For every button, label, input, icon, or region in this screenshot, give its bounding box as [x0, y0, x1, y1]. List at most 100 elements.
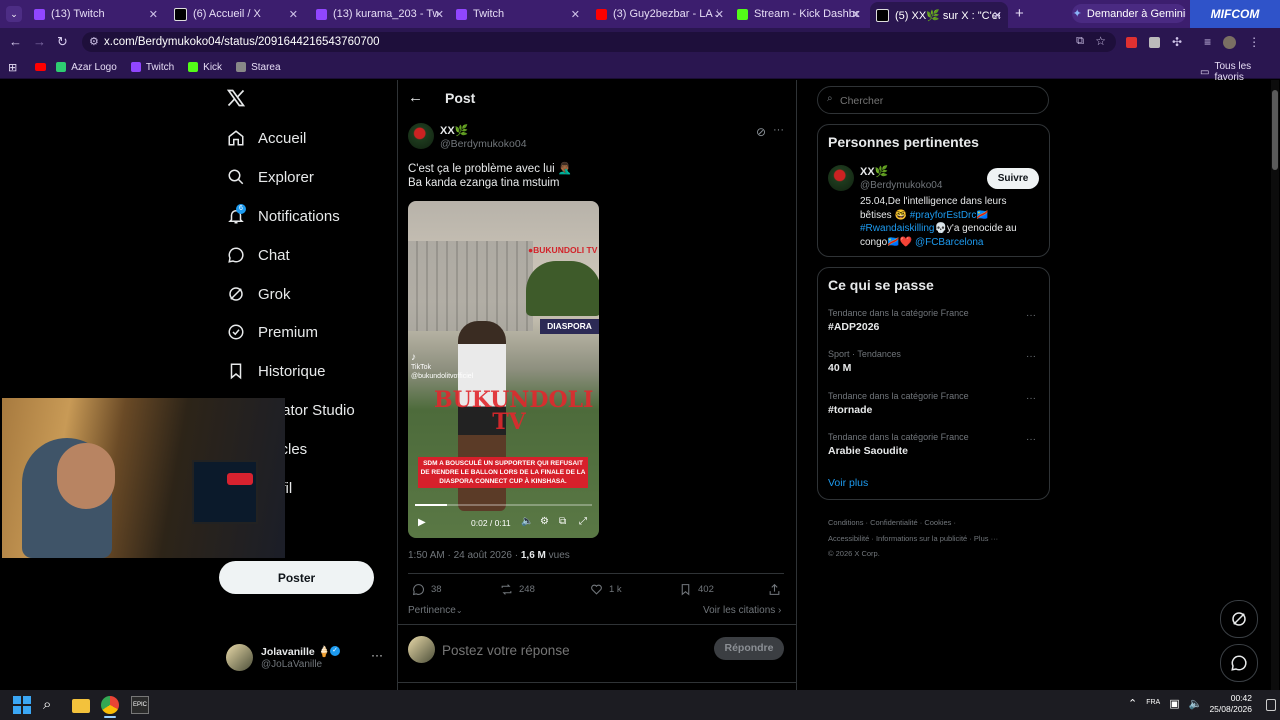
nav-item-historique[interactable]: Historique: [227, 362, 326, 380]
nav-item-premium[interactable]: Premium: [227, 323, 318, 341]
fullscreen-icon[interactable]: ⤢: [579, 516, 587, 527]
media-icon[interactable]: ≡: [1204, 35, 1211, 49]
page-scrollbar[interactable]: [1271, 80, 1279, 690]
tab-close-icon[interactable]: ✕: [715, 8, 724, 21]
bookmark-item[interactable]: Kick: [188, 62, 222, 73]
reload-icon[interactable]: ↻: [57, 34, 68, 50]
bio-hashtag[interactable]: #Rwandaiskilling: [860, 223, 934, 234]
profile-avatar-icon[interactable]: [1223, 35, 1237, 49]
back-arrow-icon[interactable]: ←: [9, 34, 22, 49]
tab-close-icon[interactable]: ✕: [993, 9, 1002, 22]
nav-item-notifications[interactable]: Notifications 6: [227, 204, 340, 225]
browser-tab-5[interactable]: (3) Guy2bezbar - LA JEUNE✕: [590, 4, 730, 24]
install-icon[interactable]: ⧉: [1076, 35, 1084, 48]
person-name[interactable]: XX🌿: [860, 165, 888, 178]
youtube-bookmark-icon[interactable]: [35, 63, 47, 71]
trend-more-icon[interactable]: ···: [1026, 393, 1036, 404]
puzzle-icon[interactable]: ✣: [1172, 35, 1182, 49]
star-icon[interactable]: ☆: [1095, 34, 1106, 48]
nav-item-accueil[interactable]: Accueil: [227, 129, 306, 147]
trend-item[interactable]: Sport · Tendances 40 M: [828, 349, 901, 374]
footer-link[interactable]: Conditions: [828, 518, 863, 527]
bookmark-item[interactable]: Starea: [236, 62, 281, 73]
browser-tab-2[interactable]: (6) Accueil / X ✕: [168, 4, 304, 24]
follow-button[interactable]: Suivre: [987, 168, 1039, 189]
taskbar-search-icon[interactable]: ⌕: [43, 696, 61, 714]
forward-arrow-icon[interactable]: →: [33, 34, 46, 49]
repost-action[interactable]: 248: [500, 583, 535, 596]
windows-start-icon[interactable]: [13, 696, 31, 714]
extension-gray-icon[interactable]: [1149, 36, 1160, 48]
more-dots-icon[interactable]: ···: [773, 124, 784, 136]
network-icon[interactable]: ▣: [1169, 697, 1179, 710]
reply-action[interactable]: 38: [412, 583, 442, 596]
trend-item[interactable]: Tendance dans la catégorie France #ADP202…: [828, 308, 969, 333]
apps-grid-icon[interactable]: ⊞: [8, 61, 17, 74]
notification-center-icon[interactable]: [1266, 699, 1276, 711]
post-button[interactable]: Poster: [219, 561, 374, 594]
sort-dropdown[interactable]: Pertinence⌄: [408, 605, 463, 616]
tab-close-icon[interactable]: ✕: [852, 8, 861, 21]
video-progress-track[interactable]: [415, 504, 592, 506]
search-input[interactable]: [838, 92, 1042, 110]
language-icon[interactable]: FRA: [1146, 699, 1160, 710]
trend-item[interactable]: Tendance dans la catégorie France #tornad…: [828, 391, 969, 416]
reply-input[interactable]: [440, 639, 704, 661]
footer-link[interactable]: Plus ···: [974, 534, 998, 543]
volume-icon[interactable]: 🔈: [1189, 697, 1203, 710]
scrollbar-thumb[interactable]: [1272, 90, 1278, 170]
browser-tab-active[interactable]: (5) XX🌿 sur X : "C'est ça l✕: [870, 2, 1008, 28]
browser-tab-4[interactable]: Twitch ✕: [450, 4, 586, 24]
trend-item[interactable]: Tendance dans la catégorie France Arabie …: [828, 432, 969, 457]
like-action[interactable]: 1 k: [590, 583, 622, 596]
file-explorer-icon[interactable]: [72, 699, 90, 713]
gemini-button[interactable]: ✦ Demander à Gemini: [1072, 4, 1186, 23]
nav-item-grok[interactable]: Grok: [227, 285, 291, 303]
tab-close-icon[interactable]: ✕: [149, 8, 158, 21]
tray-chevron-icon[interactable]: ⌃: [1128, 697, 1137, 710]
bookmark-action[interactable]: 402: [679, 583, 714, 596]
grok-fab[interactable]: [1220, 600, 1258, 638]
extension-red-icon[interactable]: [1126, 36, 1137, 48]
new-tab-button[interactable]: +: [1015, 5, 1024, 22]
grok-icon[interactable]: ⊘: [756, 125, 766, 139]
bookmark-item[interactable]: Azar Logo: [56, 62, 117, 73]
search-box[interactable]: ⌕: [817, 86, 1049, 114]
person-avatar[interactable]: [828, 165, 854, 191]
post-timestamp[interactable]: 1:50 AM · 24 août 2026 ·: [408, 550, 521, 561]
post-author-avatar[interactable]: [408, 123, 434, 149]
video-player[interactable]: ●BUKUNDOLI TV DIASPORA ♪ TikTok @bukundoli…: [408, 201, 599, 538]
footer-link[interactable]: Informations sur la publicité: [876, 534, 967, 543]
tab-close-icon[interactable]: ✕: [289, 8, 298, 21]
back-arrow-icon[interactable]: ←: [408, 89, 423, 106]
post-author-name[interactable]: XX🌿: [440, 124, 468, 137]
bookmark-item[interactable]: Twitch: [130, 62, 174, 73]
x-logo[interactable]: [226, 88, 246, 111]
footer-link[interactable]: Accessibilité: [828, 534, 869, 543]
view-quotes-link[interactable]: Voir les citations ›: [703, 605, 781, 616]
messages-fab[interactable]: [1220, 644, 1258, 682]
volume-icon[interactable]: 🔈: [521, 516, 533, 527]
show-more-link[interactable]: Voir plus: [828, 477, 868, 489]
bio-mention[interactable]: @FCBarcelona: [915, 237, 984, 248]
chrome-icon[interactable]: [101, 696, 119, 714]
trend-more-icon[interactable]: ···: [1026, 434, 1036, 445]
browser-tab-3[interactable]: (13) kurama_203 - Twitch✕: [310, 4, 450, 24]
play-icon[interactable]: ▶: [418, 517, 426, 528]
taskbar-clock[interactable]: 00:42 25/08/2026: [1206, 693, 1252, 715]
address-bar[interactable]: ⚙ x.com/Berdymukoko04/status/20916442165…: [82, 32, 1116, 52]
settings-icon[interactable]: ⚙: [540, 516, 549, 527]
account-switcher[interactable]: Jolavanille 🍦 ✓ @JoLaVanille ···: [226, 644, 386, 674]
browser-tab-1[interactable]: (13) Twitch ✕: [28, 4, 164, 24]
site-info-icon[interactable]: ⚙: [89, 35, 99, 48]
reply-button[interactable]: Répondre: [714, 637, 784, 660]
tab-close-icon[interactable]: ✕: [571, 8, 580, 21]
tab-search-button[interactable]: ⌄: [6, 6, 22, 22]
pip-icon[interactable]: ⧉: [559, 516, 566, 527]
post-author-handle[interactable]: @Berdymukoko04: [440, 138, 527, 150]
bio-hashtag[interactable]: #prayforEstDrc🇨🇩: [910, 210, 989, 221]
share-action[interactable]: [768, 583, 787, 596]
footer-link[interactable]: Cookies: [924, 518, 951, 527]
browser-tab-6[interactable]: Stream - Kick Dashboard✕: [731, 4, 867, 24]
footer-link[interactable]: Confidentialité: [870, 518, 918, 527]
